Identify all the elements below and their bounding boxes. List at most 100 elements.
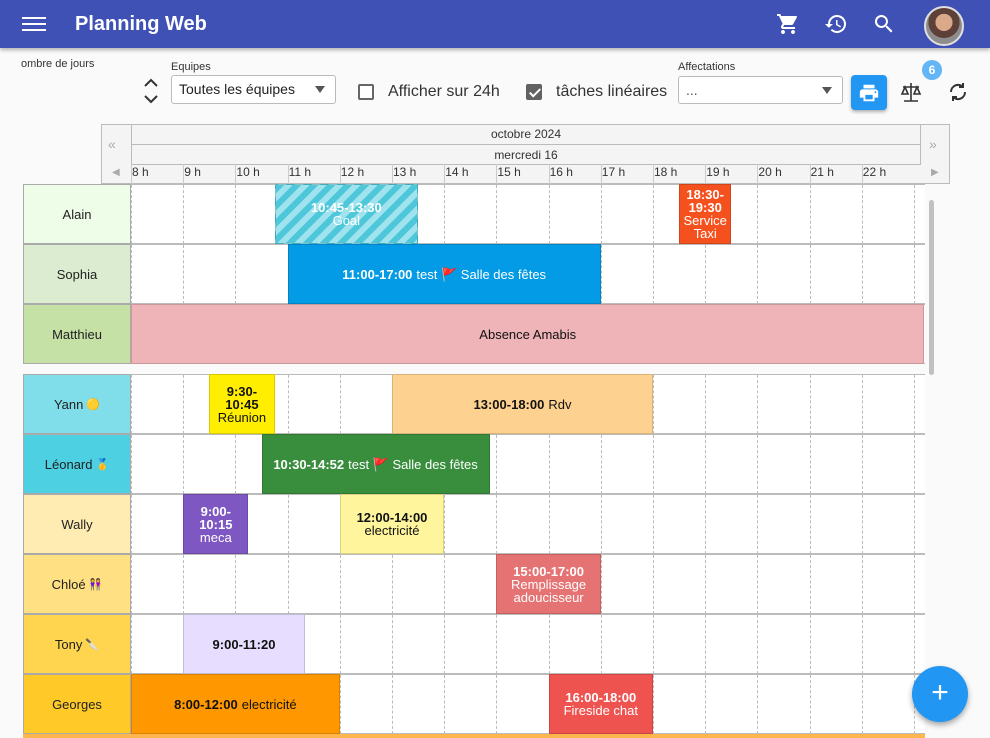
hour-grid-line — [600, 555, 602, 614]
hour-grid-line — [131, 375, 132, 434]
hour-grid-line — [548, 435, 550, 494]
resource-label[interactable]: Sophia — [23, 244, 131, 304]
schedule-row[interactable] — [131, 434, 925, 494]
hour-grid-line — [861, 495, 863, 554]
hour-grid-line — [809, 675, 811, 734]
day-label: mercredi 16 — [131, 144, 921, 164]
app-bar: Planning Web — [0, 0, 990, 48]
add-button[interactable]: + — [912, 666, 968, 722]
hour-grid-line — [914, 555, 915, 614]
schedule-row[interactable] — [131, 184, 925, 244]
vertical-scrollbar[interactable] — [929, 200, 934, 375]
refresh-icon[interactable] — [946, 80, 970, 104]
hour-grid-line — [600, 435, 602, 494]
hour-grid-line — [131, 495, 132, 554]
hour-grid-line — [861, 675, 863, 734]
hour-grid-line — [496, 615, 498, 674]
event-block[interactable]: 8:00-12:00 electricité — [131, 674, 340, 734]
teams-select[interactable]: Toutes les équipes — [171, 75, 336, 104]
hour-grid-line — [548, 185, 550, 244]
notification-badge: 6 — [922, 60, 942, 80]
hour-grid-line — [757, 555, 759, 614]
hour-grid-line — [809, 615, 811, 674]
event-block[interactable]: 9:00-11:20 — [183, 614, 305, 674]
hour-grid-line — [757, 375, 759, 434]
resource-label[interactable]: Alain — [23, 184, 131, 244]
event-block[interactable]: 10:45-13:30 Goal — [274, 184, 419, 244]
event-time: 18:30-19:30 — [686, 187, 724, 215]
cart-icon[interactable] — [776, 12, 800, 36]
hour-grid-line — [444, 615, 446, 674]
show24-checkbox[interactable] — [358, 84, 374, 100]
event-block[interactable]: 16:00-18:00 Fireside chat — [548, 674, 653, 734]
hour-grid-line — [444, 675, 446, 734]
resource-label[interactable]: Léonard 🥇 — [23, 434, 131, 494]
resource-label[interactable]: Wally — [23, 494, 131, 554]
hour-grid-line — [914, 435, 915, 494]
hour-grid-line — [757, 675, 759, 734]
event-block[interactable]: 13:00-18:00 Rdv — [392, 374, 653, 434]
resource-label[interactable]: Matthieu — [23, 304, 131, 364]
hour-tick-label: 16 h — [549, 165, 573, 179]
days-label: ombre de jours — [21, 58, 95, 70]
event-block[interactable]: Absence Amabis — [131, 304, 925, 364]
teams-label: Equipes — [171, 61, 211, 73]
stepper-icon[interactable] — [142, 76, 160, 106]
event-block[interactable]: 9:00-10:15 meca — [183, 494, 249, 554]
schedule-row[interactable] — [131, 494, 925, 554]
event-block[interactable]: 9:30-10:45 Réunion — [209, 374, 275, 434]
hour-grid-line — [914, 375, 915, 434]
hour-grid-line — [600, 245, 602, 304]
hour-grid-line — [653, 615, 654, 674]
event-time: 10:30-14:52 — [273, 456, 345, 472]
event-block[interactable]: 12:00-14:00 electricité — [339, 494, 445, 554]
hour-grid-line — [548, 495, 550, 554]
hour-grid-line — [757, 245, 759, 304]
resource-name: Tony — [54, 636, 83, 652]
scroll-right-icon[interactable]: ▶ — [931, 167, 939, 178]
hour-grid-line — [496, 675, 498, 734]
scroll-left-icon[interactable]: ◀ — [112, 167, 120, 178]
balance-icon[interactable] — [899, 80, 923, 104]
hour-grid-line — [809, 555, 811, 614]
resource-name: Yann — [53, 396, 84, 412]
hour-tick-label: 21 h — [810, 165, 834, 179]
next-page-icon[interactable]: » — [929, 136, 937, 152]
event-text: test 🚩 Salle des fêtes — [416, 266, 547, 282]
event-text: Absence Amabis — [479, 326, 577, 342]
resource-emoji: 👭 — [88, 578, 103, 591]
hour-grid-line — [131, 185, 132, 244]
event-block[interactable]: 10:30-14:52 test 🚩 Salle des fêtes — [261, 434, 490, 494]
resource-label[interactable]: Georges — [23, 674, 131, 734]
hour-grid-line — [653, 495, 654, 554]
resource-emoji: 🥇 — [95, 458, 110, 471]
month-label: octobre 2024 — [131, 124, 921, 144]
event-block[interactable]: 18:30-19:30 Service Taxi — [679, 184, 732, 244]
event-text: Service Taxi — [683, 213, 727, 241]
event-block[interactable]: 11:00-17:00 test 🚩 Salle des fêtes — [287, 244, 601, 304]
hour-grid-line — [287, 375, 289, 434]
hour-grid-line — [861, 245, 863, 304]
assign-select[interactable]: ... — [678, 76, 843, 104]
search-icon[interactable] — [872, 12, 896, 36]
menu-icon[interactable] — [22, 14, 46, 34]
resource-name: Sophia — [56, 266, 98, 282]
resource-label[interactable]: Yann 🟡 — [23, 374, 131, 434]
hour-grid-line — [131, 435, 132, 494]
hour-grid-line — [392, 615, 393, 674]
next-row-partial — [23, 734, 925, 738]
print-icon — [859, 84, 879, 102]
print-button[interactable] — [851, 75, 887, 110]
event-text: Fireside chat — [563, 703, 638, 718]
resource-label[interactable]: Tony 🔪 — [23, 614, 131, 674]
hour-grid-line — [235, 245, 237, 304]
linear-checkbox[interactable] — [526, 84, 542, 100]
history-icon[interactable] — [824, 12, 848, 36]
prev-page-icon[interactable]: « — [108, 136, 116, 152]
hour-grid-line — [600, 615, 602, 674]
resource-label[interactable]: Chloé 👭 — [23, 554, 131, 614]
avatar[interactable] — [924, 6, 964, 46]
hour-grid-line — [496, 435, 498, 494]
hour-tick-label: 20 h — [758, 165, 782, 179]
event-block[interactable]: 15:00-17:00 Remplissage adoucisseur — [496, 554, 601, 614]
